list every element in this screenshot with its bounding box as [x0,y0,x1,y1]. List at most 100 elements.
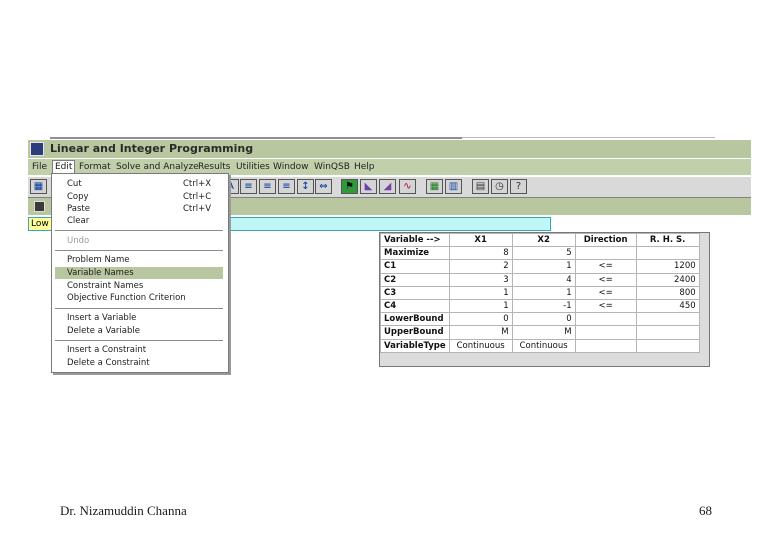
lp-table: Variable --> X1 X2 Direction R. H. S. Ma… [380,232,700,353]
header-cell: R. H. S. [635,232,700,248]
menu-item-undo[interactable]: Undo [55,235,223,247]
cell[interactable]: 0 [448,312,513,327]
table-row: VariableType Continuous Continuous [380,338,700,353]
matrix-icon[interactable]: ▦ [426,179,443,194]
slide-top-rule-accent [50,137,462,139]
cell[interactable]: Continuous [448,338,513,353]
row-label: C4 [380,298,450,314]
cell[interactable]: 1 [448,285,513,300]
footer-page-number: 68 [699,503,712,518]
cell[interactable]: M [511,325,576,340]
cell[interactable] [574,338,637,353]
menu-utilities[interactable]: Utilities [236,162,270,172]
cell[interactable]: 1200 [635,259,700,274]
cell[interactable] [635,325,700,340]
header-cell: X2 [511,232,576,248]
menu-item-insert-constraint[interactable]: Insert a Constraint [55,344,223,356]
cell[interactable] [635,338,700,353]
window-title: Linear and Integer Programming [50,142,254,155]
cell[interactable]: <= [574,298,637,314]
title-bar: Linear and Integer Programming [28,140,751,158]
cell[interactable] [574,312,637,327]
table-row: C1 2 1 <= 1200 [380,259,700,274]
bar-chart-icon[interactable]: ▥ [445,179,462,194]
row-height-icon[interactable]: ↕ [297,179,314,194]
table-row: C3 1 1 <= 800 [380,285,700,300]
table-row: C2 3 4 <= 2400 [380,272,700,287]
cell[interactable]: 2 [448,259,513,274]
cell[interactable]: 450 [635,298,700,314]
menu-separator [55,230,223,231]
menu-item-clear[interactable]: Clear [55,215,223,227]
menu-item-objective-function-criterion[interactable]: Objective Function Criterion [55,292,223,304]
menu-file[interactable]: File [32,162,47,172]
graph-step-icon[interactable]: ◣ [360,179,377,194]
cell[interactable]: 800 [635,285,700,300]
cell[interactable]: Continuous [511,338,576,353]
help-icon[interactable]: ? [510,179,527,194]
cell[interactable]: 5 [511,246,576,261]
table-header-row: Variable --> X1 X2 Direction R. H. S. [380,232,700,248]
cell[interactable]: <= [574,285,637,300]
cell[interactable]: 1 [511,285,576,300]
menu-separator [55,308,223,309]
cell[interactable]: <= [574,259,637,274]
menu-item-cut[interactable]: Cut Ctrl+X [55,178,223,190]
calculator-icon[interactable]: ▤ [472,179,489,194]
menu-item-constraint-names[interactable]: Constraint Names [55,280,223,292]
menu-item-insert-variable[interactable]: Insert a Variable [55,312,223,324]
graphic-method-icon[interactable]: ∿ [399,179,416,194]
row-label: UpperBound [380,325,450,340]
row-label: C2 [380,272,450,287]
menu-results[interactable]: Results [198,162,231,172]
cell[interactable]: 1 [448,298,513,314]
table-row: UpperBound M M [380,325,700,340]
header-cell: X1 [448,232,513,248]
cell[interactable]: M [448,325,513,340]
cell[interactable]: 1 [511,259,576,274]
menu-edit[interactable]: Edit [52,160,76,174]
cell[interactable]: 8 [448,246,513,261]
menu-item-delete-variable[interactable]: Delete a Variable [55,325,223,337]
row-label: LowerBound [380,312,450,327]
cell[interactable]: 2400 [635,272,700,287]
table-row: C4 1 -1 <= 450 [380,298,700,314]
table-row: LowerBound 0 0 [380,312,700,327]
align-left-icon[interactable]: ≡ [240,179,257,194]
menu-item-problem-name[interactable]: Problem Name [55,254,223,266]
menu-format[interactable]: Format [79,162,111,172]
menu-item-variable-names[interactable]: Variable Names [55,267,223,279]
clock-icon[interactable]: ◷ [491,179,508,194]
header-cell: Variable --> [380,232,450,248]
menu-window[interactable]: Window [273,162,309,172]
align-center-icon[interactable]: ≡ [259,179,276,194]
menu-help[interactable]: Help [354,162,375,172]
selected-cell[interactable]: 0 [511,312,576,327]
menu-winqsb[interactable]: WinQSB [314,162,350,172]
footer-author: Dr. Nizamuddin Channa [60,503,187,518]
menu-item-delete-constraint[interactable]: Delete a Constraint [55,357,223,369]
solve-icon[interactable]: ⚑ [341,179,358,194]
cell[interactable] [574,246,637,261]
menu-solve-and-analyze[interactable]: Solve and Analyze [116,162,199,172]
cell[interactable]: -1 [511,298,576,314]
cell[interactable] [574,325,637,340]
edit-dropdown-menu: Cut Ctrl+X Copy Ctrl+C Paste Ctrl+V Clear U… [51,173,229,373]
cell[interactable]: 4 [511,272,576,287]
cell[interactable] [635,246,700,261]
document-icon[interactable] [34,201,45,212]
cell[interactable] [635,312,700,327]
header-cell: Direction [574,232,637,248]
table-row: Maximize 8 5 [380,246,700,261]
column-width-icon[interactable]: ⇔ [315,179,332,194]
menu-separator [55,250,223,251]
menu-item-copy[interactable]: Copy Ctrl+C [55,191,223,203]
app-icon[interactable] [30,142,44,156]
parametric-icon[interactable]: ◢ [379,179,396,194]
row-label: C1 [380,259,450,274]
cell[interactable]: 3 [448,272,513,287]
menu-item-paste[interactable]: Paste Ctrl+V [55,203,223,215]
align-right-icon[interactable]: ≡ [278,179,295,194]
cell[interactable]: <= [574,272,637,287]
grid-icon[interactable]: ▦ [30,179,47,194]
